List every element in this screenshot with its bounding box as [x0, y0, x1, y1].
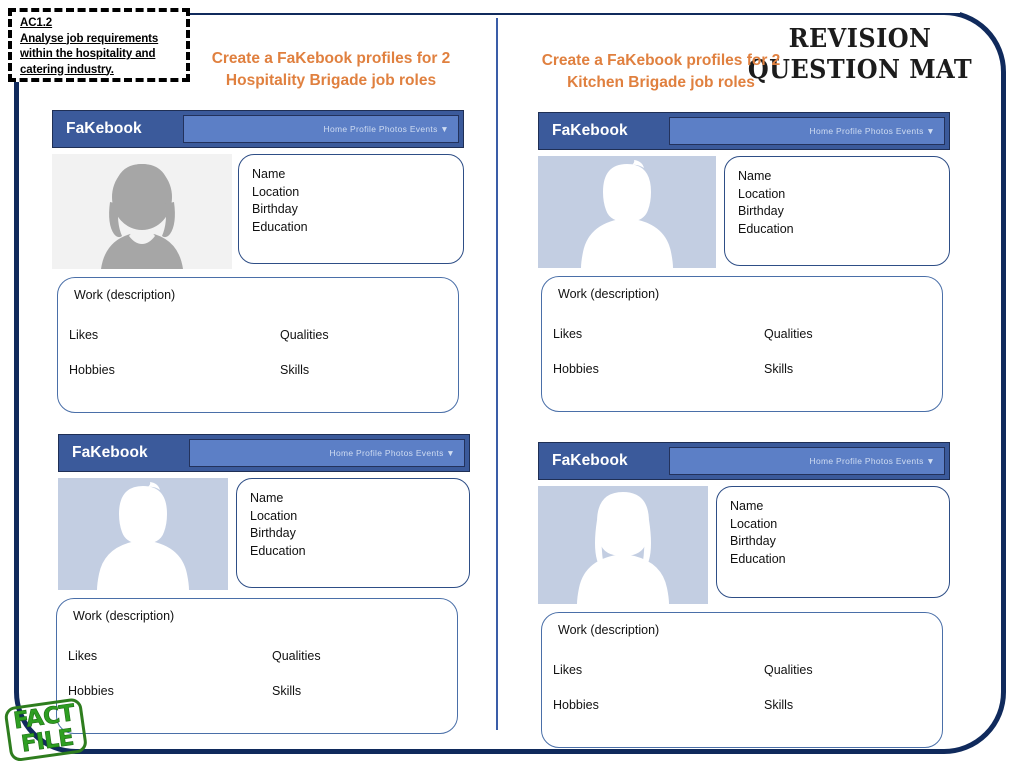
- avatar: [52, 154, 232, 269]
- fakebook-nav-bar[interactable]: Home Profile Photos Events ▼: [183, 115, 459, 143]
- male-silhouette-icon: [97, 482, 189, 590]
- column-divider: [496, 18, 498, 730]
- info-field-education: Education: [738, 221, 794, 236]
- info-field-birthday: Birthday: [250, 526, 296, 540]
- hobbies-label: Hobbies: [553, 362, 599, 376]
- skills-label: Skills: [272, 684, 302, 698]
- fakebook-header-bar: FaKebook Home Profile Photos Events ▼: [52, 110, 464, 148]
- fakebook-nav-bar[interactable]: Home Profile Photos Events ▼: [669, 117, 945, 145]
- profile-work-card: Work (description) Likes Qualities Hobbi…: [56, 598, 458, 734]
- info-field-location: Location: [250, 508, 298, 523]
- fakebook-nav-links[interactable]: Home Profile Photos Events ▼: [810, 456, 935, 466]
- column-heading-line-1: Create a FaKebook profiles for 2: [541, 52, 781, 69]
- fakebook-header-bar: FaKebook Home Profile Photos Events ▼: [538, 442, 950, 480]
- fakebook-logo: FaKebook: [552, 122, 628, 139]
- female-silhouette-icon: [101, 164, 183, 269]
- info-field-name: Name: [730, 499, 764, 513]
- column-heading-line-2: Kitchen Brigade job roles: [567, 74, 755, 91]
- qualities-label: Qualities: [764, 327, 813, 341]
- assessment-criteria-box: AC1.2 Analyse job requirements within th…: [8, 8, 190, 82]
- info-field-location: Location: [730, 516, 778, 531]
- hobbies-label: Hobbies: [553, 698, 599, 712]
- fact-file-stamp: FACT FILE: [0, 694, 96, 768]
- likes-label: Likes: [553, 327, 583, 341]
- likes-label: Likes: [553, 663, 583, 677]
- hobbies-label: Hobbies: [69, 363, 115, 377]
- profile-info-card: Name Location Birthday Education: [236, 478, 470, 588]
- fakebook-logo: FaKebook: [72, 444, 148, 461]
- work-description-label: Work (description): [73, 609, 175, 623]
- fakebook-nav-links[interactable]: Home Profile Photos Events ▼: [330, 448, 455, 458]
- info-field-birthday: Birthday: [738, 204, 784, 218]
- info-field-education: Education: [730, 551, 786, 566]
- info-field-birthday: Birthday: [730, 534, 776, 548]
- profile-info-card: Name Location Birthday Education: [238, 154, 464, 264]
- profile-work-card: Work (description) Likes Qualities Hobbi…: [541, 276, 943, 412]
- fakebook-header-bar: FaKebook Home Profile Photos Events ▼: [538, 112, 950, 150]
- profile-card-right-top: FaKebook Home Profile Photos Events ▼ Na…: [538, 112, 950, 412]
- avatar: [538, 156, 716, 268]
- profile-work-card: Work (description) Likes Qualities Hobbi…: [541, 612, 943, 748]
- profile-work-card: Work (description) Likes Qualities Hobbi…: [57, 277, 459, 413]
- avatar: [538, 486, 708, 604]
- info-field-name: Name: [252, 167, 286, 181]
- info-field-location: Location: [738, 186, 786, 201]
- ac-text-line-2: within the hospitality and: [20, 48, 156, 60]
- fakebook-nav-bar[interactable]: Home Profile Photos Events ▼: [669, 447, 945, 475]
- skills-label: Skills: [280, 363, 310, 377]
- frame-top-gap: [60, 0, 960, 13]
- profile-identity-row: Name Location Birthday Education: [538, 486, 950, 604]
- profile-info-card: Name Location Birthday Education: [716, 486, 950, 598]
- profile-identity-row: Name Location Birthday Education: [538, 156, 950, 268]
- female-silhouette-icon: [577, 492, 669, 604]
- profile-identity-row: Name Location Birthday Education: [52, 154, 464, 269]
- ac-text-line-1: Analyse job requirements: [20, 32, 159, 45]
- column-heading-line-2: Hospitality Brigade job roles: [225, 72, 437, 89]
- qualities-label: Qualities: [272, 649, 321, 663]
- qualities-label: Qualities: [764, 663, 813, 677]
- column-heading-kitchen: Create a FaKebook profiles for 2 Kitchen…: [516, 50, 806, 94]
- info-field-location: Location: [252, 184, 300, 199]
- info-field-education: Education: [252, 219, 308, 234]
- fakebook-nav-links[interactable]: Home Profile Photos Events ▼: [324, 124, 449, 134]
- info-field-birthday: Birthday: [252, 202, 298, 216]
- profile-info-card: Name Location Birthday Education: [724, 156, 950, 266]
- fakebook-header-bar: FaKebook Home Profile Photos Events ▼: [58, 434, 470, 472]
- likes-label: Likes: [68, 649, 98, 663]
- fakebook-nav-bar[interactable]: Home Profile Photos Events ▼: [189, 439, 465, 467]
- profile-card-left-top: FaKebook Home Profile Photos Events ▼ Na…: [52, 110, 464, 413]
- profile-card-right-bottom: FaKebook Home Profile Photos Events ▼ Na…: [538, 442, 950, 748]
- profile-identity-row: Name Location Birthday Education: [58, 478, 470, 590]
- info-field-name: Name: [738, 169, 772, 183]
- work-description-label: Work (description): [558, 287, 660, 301]
- column-heading-line-1: Create a FaKebook profiles for 2: [211, 50, 451, 67]
- work-description-label: Work (description): [74, 288, 176, 302]
- info-field-name: Name: [250, 491, 284, 505]
- fakebook-logo: FaKebook: [66, 120, 142, 137]
- fakebook-nav-links[interactable]: Home Profile Photos Events ▼: [810, 126, 935, 136]
- info-field-education: Education: [250, 543, 306, 558]
- profile-card-left-bottom: FaKebook Home Profile Photos Events ▼ Na…: [56, 434, 470, 734]
- male-silhouette-icon: [581, 160, 673, 268]
- avatar: [58, 478, 228, 590]
- work-description-label: Work (description): [558, 623, 660, 637]
- ac-text-line-3: catering industry.: [20, 63, 114, 76]
- ac-code: AC1.2: [20, 17, 53, 29]
- likes-label: Likes: [69, 328, 99, 342]
- column-heading-hospitality: Create a FaKebook profiles for 2 Hospita…: [186, 48, 476, 92]
- fakebook-logo: FaKebook: [552, 452, 628, 469]
- qualities-label: Qualities: [280, 328, 329, 342]
- skills-label: Skills: [764, 698, 794, 712]
- skills-label: Skills: [764, 362, 794, 376]
